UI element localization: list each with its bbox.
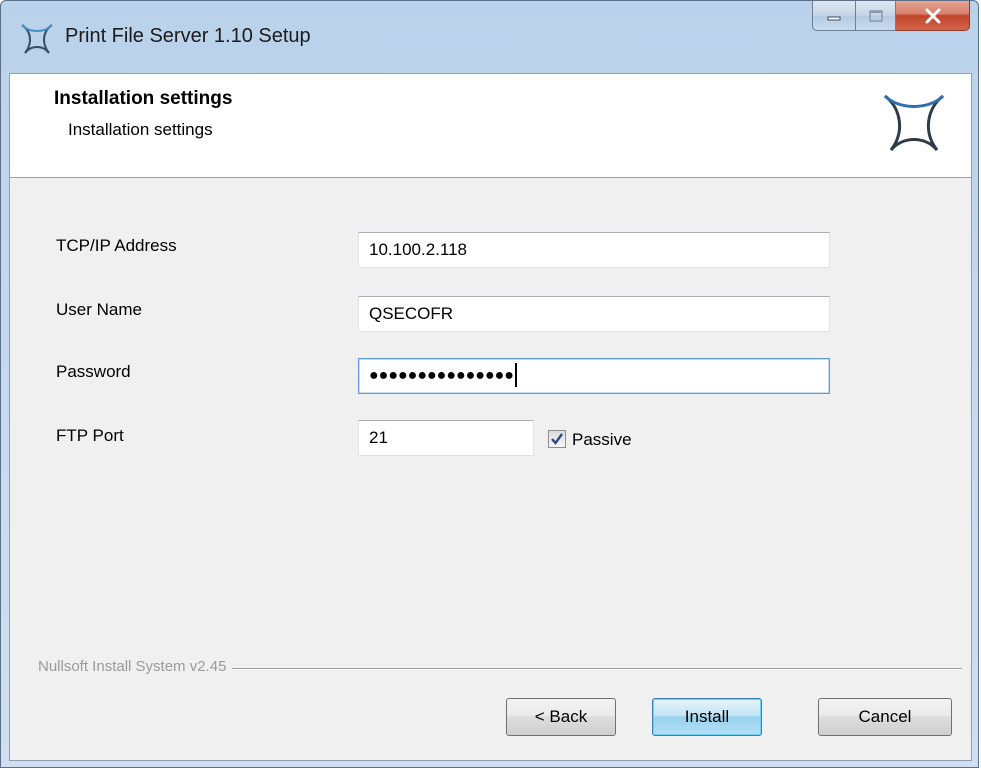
maximize-icon [868,9,883,22]
install-button[interactable]: Install [652,698,762,736]
ftp-port-label: FTP Port [56,426,124,445]
page-header: Installation settings Installation setti… [10,74,971,178]
minimize-button[interactable] [812,1,856,31]
caption-buttons [812,1,970,33]
close-button[interactable] [896,1,970,31]
back-button-label: < Back [534,707,588,726]
cancel-button[interactable]: Cancel [818,698,952,736]
username-input[interactable]: QSECOFR [358,296,830,332]
title-bar[interactable]: Print File Server 1.10 Setup [1,1,978,73]
page-title: Installation settings [54,88,233,109]
nsis-star-icon [21,24,53,54]
back-button[interactable]: < Back [506,698,616,736]
installer-brand: Nullsoft Install System v2.45 [38,658,233,675]
password-label: Password [56,362,131,381]
close-icon [925,8,940,23]
tcpip-label: TCP/IP Address [56,236,177,255]
username-label: User Name [56,300,142,319]
password-mask: ●●●●●●●●●●●●●●● [369,367,514,384]
passive-checkbox[interactable] [548,430,566,448]
window-title: Print File Server 1.10 Setup [65,25,311,47]
page-subtitle: Installation settings [68,120,213,139]
password-input[interactable]: ●●●●●●●●●●●●●●● [358,358,830,394]
passive-label[interactable]: Passive [572,430,632,450]
text-caret [514,363,517,388]
dialog-body: Installation settings Installation setti… [9,73,972,761]
checkmark-icon [551,433,563,445]
ftp-port-input[interactable]: 21 [358,420,534,456]
tcpip-input[interactable]: 10.100.2.118 [358,232,830,268]
nsis-logo-icon [883,94,945,152]
minimize-icon [827,16,841,20]
maximize-button[interactable] [856,1,896,31]
setup-window: Print File Server 1.10 Setup Installatio… [0,0,979,768]
